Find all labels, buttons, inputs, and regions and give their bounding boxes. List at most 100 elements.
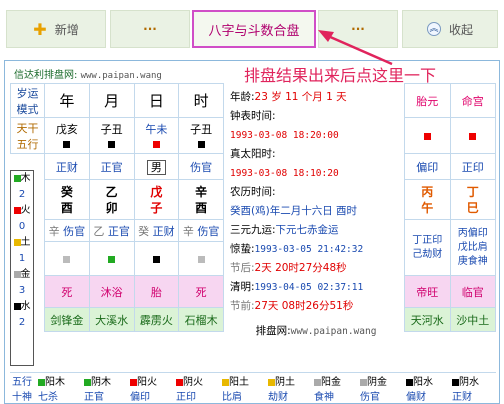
fire-count: 0 [18,221,26,232]
earth-square [13,238,21,246]
mode-line1: 岁运 [16,86,39,100]
minggong-phase: 临官 [449,275,496,308]
site-url[interactable]: www.paipan.wang [81,71,162,81]
legend-item-a: 阳金 [321,377,341,388]
legend-item-b: 劫财 [268,392,288,403]
legend-item: 阳火偏印 [130,375,157,404]
day-hidden-god: 正财 [152,224,175,238]
wood-label: 木 [20,173,31,184]
site-label: 信达利排盘网: www.paipan.wang [14,66,162,81]
legend-item-a: 阳土 [229,377,249,388]
year-stem: 癸 [60,184,73,199]
minggong-square [469,132,477,140]
day-branch: 子 [150,200,163,215]
hour-nayin: 石榴木 [178,307,224,332]
hour-void: 子丑 [178,117,224,154]
month-square [108,140,116,148]
year-hidden-god: 伤官 [63,224,86,238]
legend-item-b: 伤官 [360,392,380,403]
wood-square [13,174,21,182]
site2-value[interactable]: www.paipan.wang [291,326,377,337]
earth-label: 土 [20,237,31,248]
hour-elem-square [197,255,205,263]
hour-elem-sq [178,241,224,276]
legend-item: 阴火 正印 [176,375,203,404]
legend-labels: 五行 十神 [12,375,32,404]
legend-item-a: 阴木 [91,377,111,388]
hour-phase: 死 [178,275,224,308]
taiyuan-minggong-table: 胎元 命宫 偏印 正印 丙午 丁巳 丁正印 己劫财 丙偏印 戊比肩 庚食神 帝旺 临官… [404,83,496,332]
day-elem-sq [133,241,180,276]
metal-square [13,270,21,278]
taiyuan-pillar: 丙午 [404,179,451,220]
legend-item-b: 偏印 [130,392,150,403]
col-year: 年 [44,83,90,118]
wuxing-text: 五行 [16,137,39,151]
info-panel: 年龄:23 岁 11 个月 1 天 钟表时间: 1993-03-08 18:20… [230,88,402,341]
month-nayin: 大溪水 [88,307,135,332]
legend-item: 阳水 偏财 [406,375,433,404]
year-square [63,140,71,148]
month-pillar: 乙卯 [88,179,135,220]
taiyuan-phase: 帝旺 [404,275,451,308]
water-square [13,302,21,310]
qingming-value: 1993-04-05 02:37:11 [254,282,364,293]
gender-box: 男 [146,159,166,175]
minggong-nayin: 沙中土 [449,307,496,332]
ten-gods-legend: 五行 十神 阳木 七杀 阴木 正官 阳火 偏印 阴火 正印 阳土 比肩 阴土 劫财 阳金 食神 … [10,372,496,404]
before-row: 节后:2天 20时27分48秒 [230,259,402,278]
year-branch: 酉 [60,200,73,215]
month-elem-sq [88,241,135,276]
day-elem-square [152,255,160,263]
hour-hidden-stem: 辛 [182,224,194,238]
jingzhe-label: 惊蛰: [230,243,255,255]
wood-count: 2 [18,189,26,200]
legend-item: 阴水 正财 [452,375,479,404]
sanyuan-row: 三元九运:下元七赤金运 [230,221,402,240]
minggong-hidden: 丙偏印 戊比肩 庚食神 [449,219,496,276]
jingzhe-row: 惊蛰:1993-03-05 21:42:32 [230,240,402,259]
hour-void-text: 子丑 [190,123,213,136]
month-phase: 沐浴 [88,275,135,308]
mode-header: 岁运 模式 [10,83,45,118]
legend-item-a: 阴土 [275,377,295,388]
clock-value: 1993-03-08 18:20:00 [230,130,339,141]
tiangan-text: 天干 [16,121,39,135]
before-value: 2天 20时27分48秒 [254,262,347,274]
day-void-text: 午未 [145,123,168,136]
taiyuan-god: 偏印 [404,153,451,180]
legend-item-a: 阳火 [137,377,157,388]
solar-label: 真太阳时: [230,148,276,160]
minggong-hidden-3: 庚食神 [457,255,488,267]
year-nayin: 剑锋金 [44,307,90,332]
day-stem: 戊 [150,184,163,199]
taiyuan-stem: 丙 [421,184,434,199]
sanyuan-label: 三元九运: [230,224,276,236]
year-elem-sq [44,241,90,276]
year-void: 戊亥 [44,117,90,154]
month-stem: 乙 [105,184,118,199]
legend-item-a: 阳木 [45,377,65,388]
legend-item: 阳土 比肩 [222,375,249,404]
metal-label: 金 [20,269,31,280]
minggong-god: 正印 [449,153,496,180]
legend-item-a: 阴水 [459,377,479,388]
legend-item: 阳木 七杀 [38,375,65,404]
taiyuan-square [423,132,431,140]
hour-square [197,140,205,148]
day-nayin: 霹雳火 [133,307,180,332]
col-day: 日 [133,83,180,118]
hour-hidden-god: 伤官 [197,224,220,238]
legend-item-b: 食神 [314,392,334,403]
qingming-label: 清明: [230,281,255,293]
day-phase: 胎 [133,275,180,308]
pillars-table: 岁运 模式 年 月 日 时 天干 五行 戊亥 子丑 午未 子丑 正财 正官 男 伤官… [10,83,224,332]
taiyuan-nayin: 天河水 [404,307,451,332]
wuxing-counts: 木 2 火 0 土 1 金 3 水 2 [10,170,34,366]
wuxing-water: 水 [11,299,33,315]
after-label: 节前: [230,300,255,312]
after-value: 27天 08时26分51秒 [254,300,354,312]
fire-label: 火 [20,205,31,216]
legend-item-b: 偏财 [406,392,426,403]
col-hour: 时 [178,83,224,118]
